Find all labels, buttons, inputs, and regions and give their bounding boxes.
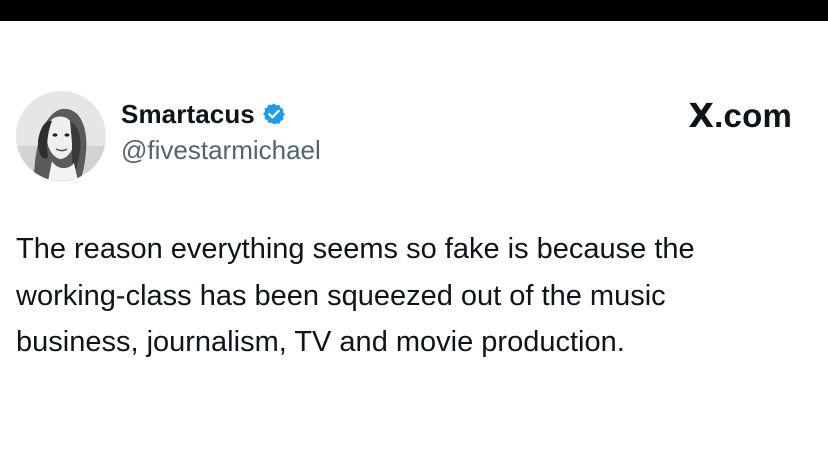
profile-photo-icon <box>16 91 106 181</box>
x-com-logo: X.com <box>689 96 792 135</box>
post-text-line: business, journalism, TV and movie produ… <box>16 326 625 358</box>
verified-badge-icon <box>262 103 285 125</box>
author-display-name[interactable]: Smartacus <box>121 99 255 130</box>
post-text: The reason everything seems so fake is b… <box>16 226 816 366</box>
post-header: Smartacus @fivestarmichael <box>121 97 321 166</box>
post-text-line: working-class has been squeezed out of t… <box>16 279 666 312</box>
brand-suffix: .com <box>714 97 792 134</box>
author-handle[interactable]: @fivestarmichael <box>121 135 321 166</box>
author-name-row: Smartacus <box>121 97 321 131</box>
x-letter-icon: X <box>688 96 715 135</box>
avatar[interactable] <box>16 91 106 181</box>
post-text-line: The reason everything seems so fake is b… <box>16 233 695 265</box>
top-bar <box>0 0 828 21</box>
